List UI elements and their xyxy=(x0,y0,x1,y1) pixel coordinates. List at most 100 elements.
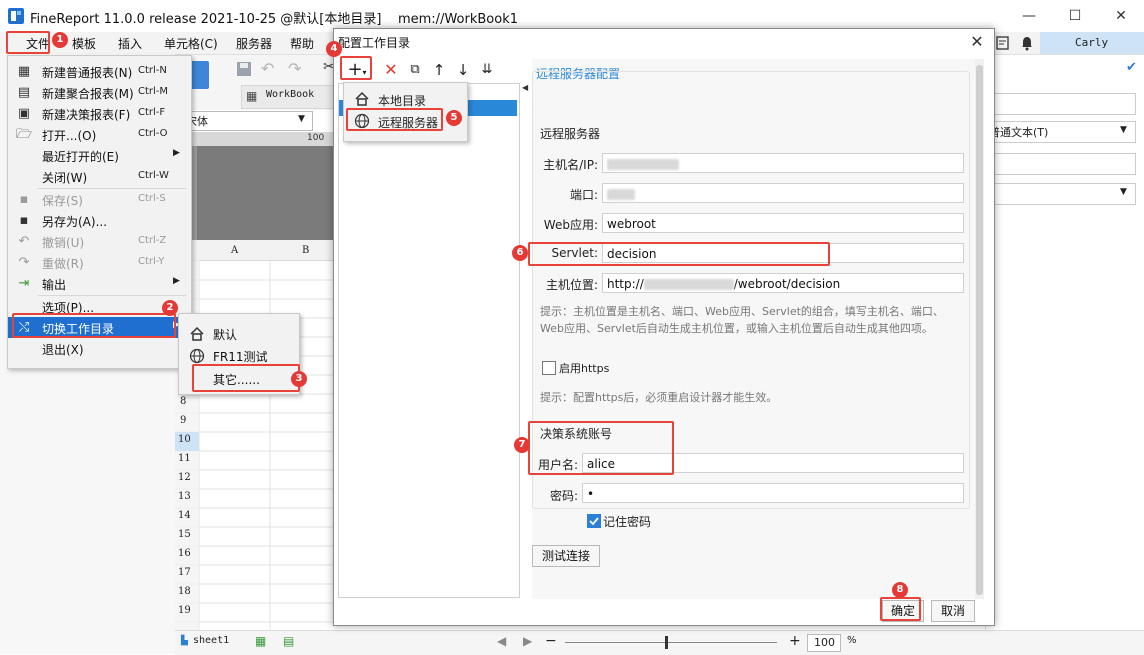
panel-scrollbar[interactable] xyxy=(975,59,984,599)
text-type-select-value: 普通文本(T) xyxy=(989,126,1049,139)
designer-toolbar: ↶ ↷ ✂ WorkBook ▦ xyxy=(175,55,337,111)
zoom-in-button[interactable]: + xyxy=(789,633,801,649)
ruler-area: 100 xyxy=(175,132,335,240)
sort-icon[interactable]: ⇊ xyxy=(476,59,498,81)
user-area[interactable]: Carly xyxy=(1040,32,1144,54)
host-input[interactable] xyxy=(602,153,964,173)
highlight-box xyxy=(528,242,830,266)
row-number: 18 xyxy=(178,586,191,597)
menu-new-aggregate-report[interactable]: ▤ 新建聚合报表(M) Ctrl-M xyxy=(8,82,191,103)
zoom-slider[interactable] xyxy=(565,642,777,643)
spreadsheet-grid[interactable]: A B 8 9 10 11 12 13 14 15 16 17 18 19 xyxy=(175,240,335,630)
text-type-select[interactable]: 普通文本(T) ▼ xyxy=(986,121,1136,143)
move-down-icon[interactable]: ↓ xyxy=(452,59,474,81)
workdir-fr11-test[interactable]: FR11测试 xyxy=(179,344,299,366)
menu-export[interactable]: ⇥ 输出 ▶ xyxy=(8,273,191,294)
dialog-title: 配置工作目录 xyxy=(338,36,411,50)
menu-close[interactable]: 关闭(W) Ctrl-W xyxy=(8,166,191,187)
menu-save-as[interactable]: ▪ 另存为(A)... xyxy=(8,210,191,231)
notes-icon[interactable] xyxy=(995,35,1011,51)
move-up-icon[interactable]: ↑ xyxy=(428,59,450,81)
highlight-box xyxy=(6,31,50,54)
dialog-close-icon[interactable]: ✕ xyxy=(966,31,988,53)
menu-new-report[interactable]: ▦ 新建普通报表(N) Ctrl-N xyxy=(8,61,191,82)
redo-icon[interactable]: ↷ xyxy=(288,59,301,78)
menu-server[interactable]: 服务器 xyxy=(236,35,272,52)
menu-insert[interactable]: 插入 xyxy=(118,35,142,52)
export-icon: ⇥ xyxy=(18,276,30,291)
add-local-directory[interactable]: 本地目录 xyxy=(344,88,467,110)
location-input[interactable]: http:// /webroot/decision xyxy=(602,273,964,293)
row-number: 9 xyxy=(180,415,187,426)
menu-cell[interactable]: 单元格(C) xyxy=(164,35,218,52)
scroll-right-icon[interactable]: ▶ xyxy=(523,634,532,648)
font-select[interactable]: 宋体 ▼ xyxy=(181,111,313,131)
workbook-tab[interactable]: WorkBook ▦ xyxy=(241,85,337,109)
menu-exit[interactable]: 退出(X) xyxy=(8,338,191,359)
check-icon[interactable]: ✔ xyxy=(1126,60,1137,75)
menu-undo[interactable]: ↶ 撤销(U) Ctrl-Z xyxy=(8,231,191,252)
https-checkbox[interactable] xyxy=(542,361,556,375)
remember-password-checkbox[interactable] xyxy=(587,514,601,528)
ruler-mark: 100 xyxy=(307,133,325,143)
scroll-left-icon[interactable]: ◀ xyxy=(497,634,506,648)
undo-icon[interactable]: ↶ xyxy=(261,59,274,78)
property-input[interactable] xyxy=(986,153,1136,175)
minimize-button[interactable]: — xyxy=(1006,0,1052,32)
menu-template[interactable]: 模板 xyxy=(72,35,96,52)
highlight-box xyxy=(346,108,443,131)
menu-open[interactable]: 🗁 打开...(O) Ctrl-O xyxy=(8,124,191,145)
https-label: 启用https xyxy=(559,362,610,375)
redo-icon: ↷ xyxy=(18,255,30,270)
property-input[interactable] xyxy=(986,93,1136,115)
save-icon[interactable] xyxy=(235,60,253,78)
chevron-down-icon: ▼ xyxy=(1120,187,1127,197)
notification-bell-icon[interactable] xyxy=(1019,35,1035,51)
test-connection-button[interactable]: 测试连接 xyxy=(532,545,600,567)
password-input[interactable]: • xyxy=(582,483,964,503)
menu-save[interactable]: ▪ 保存(S) Ctrl-S xyxy=(8,189,191,210)
column-b-header: B xyxy=(302,245,310,256)
zoom-input[interactable]: 100 xyxy=(807,634,841,652)
port-input[interactable] xyxy=(602,183,964,203)
row-number: 14 xyxy=(178,510,191,521)
chevron-down-icon: ▼ xyxy=(298,114,305,124)
grid-icon: ▦ xyxy=(246,89,258,103)
highlight-box xyxy=(12,313,176,338)
row-number: 16 xyxy=(178,548,191,559)
undo-icon: ↶ xyxy=(18,234,30,249)
property-select[interactable]: ▼ xyxy=(986,183,1136,205)
delete-icon[interactable]: ✕ xyxy=(380,59,402,81)
highlight-box xyxy=(528,421,674,475)
zoom-slider-thumb[interactable] xyxy=(665,636,668,649)
zoom-out-button[interactable]: − xyxy=(545,633,557,649)
maximize-button[interactable]: ☐ xyxy=(1052,0,1098,32)
menu-redo[interactable]: ↷ 重做(R) Ctrl-Y xyxy=(8,252,191,273)
location-suffix: /webroot/decision xyxy=(733,277,841,291)
workdir-list[interactable] xyxy=(338,83,520,598)
remote-server-config-panel: 远程服务器配置 远程服务器 主机名/IP: 端口: Web应用: webroot… xyxy=(532,59,976,599)
add-form-sheet-icon[interactable]: ▤ xyxy=(283,634,294,648)
step-badge: 5 xyxy=(446,110,462,126)
menu-new-dashboard[interactable]: ▣ 新建决策报表(F) Ctrl-F xyxy=(8,103,191,124)
new-dashboard-icon: ▣ xyxy=(17,106,31,121)
scrollbar-thumb[interactable] xyxy=(976,65,983,595)
menu-help[interactable]: 帮助 xyxy=(290,35,314,52)
step-badge: 2 xyxy=(162,300,178,316)
collapse-left-icon[interactable]: ◀ xyxy=(522,83,528,92)
add-sheet-icon[interactable]: ▦ xyxy=(255,634,266,648)
workdir-default[interactable]: 默认 xyxy=(179,322,299,344)
save-icon: ▪ xyxy=(19,192,29,207)
font-bar: 宋体 ▼ xyxy=(175,110,335,132)
close-window-button[interactable]: ✕ xyxy=(1098,0,1144,32)
cancel-button[interactable]: 取消 xyxy=(931,600,975,622)
menu-recent[interactable]: 最近打开的(E) ▶ xyxy=(8,145,191,166)
list-splitter[interactable]: ◀ xyxy=(520,83,528,596)
submenu-arrow-icon: ▶ xyxy=(173,148,180,158)
sheet-tab[interactable]: sheet1 xyxy=(193,635,229,646)
webapp-input[interactable]: webroot xyxy=(602,213,964,233)
webapp-label: Web应用: xyxy=(543,218,598,232)
home-icon xyxy=(189,326,205,342)
new-report-icon: ▦ xyxy=(17,64,31,79)
copy-icon[interactable]: ⧉ xyxy=(404,59,426,81)
